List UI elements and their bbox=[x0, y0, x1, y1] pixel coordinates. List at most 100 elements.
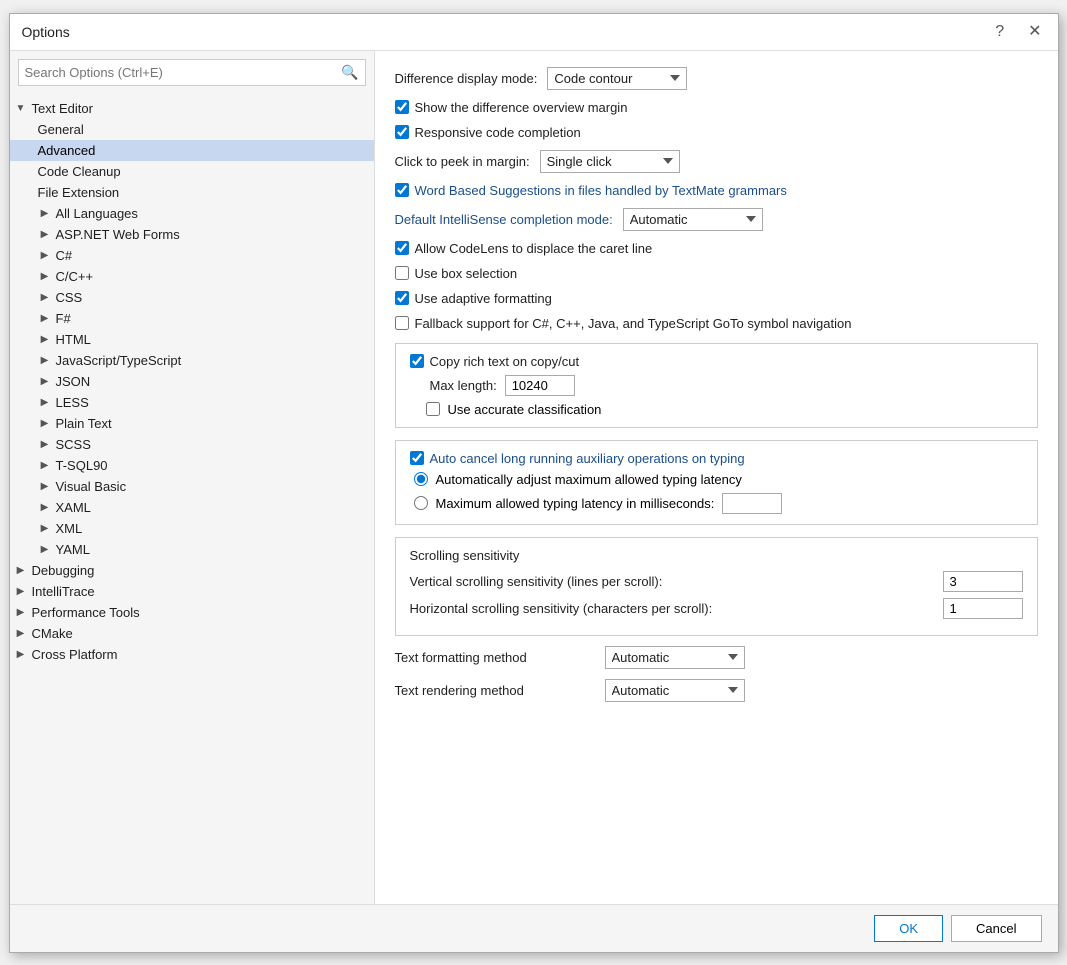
responsive-code-completion-checkbox[interactable] bbox=[395, 125, 409, 139]
sidebar-item-json[interactable]: ▶ JSON bbox=[10, 371, 374, 392]
text-rendering-dropdown[interactable]: Automatic GDI DirectWrite bbox=[605, 679, 745, 702]
use-adaptive-formatting-row: Use adaptive formatting bbox=[395, 291, 1038, 306]
sidebar-item-vb[interactable]: ▶ Visual Basic bbox=[10, 476, 374, 497]
responsive-code-completion-row: Responsive code completion bbox=[395, 125, 1038, 140]
copy-rich-text-checkbox[interactable] bbox=[410, 354, 424, 368]
sidebar-item-yaml[interactable]: ▶ YAML bbox=[10, 539, 374, 560]
tree: ▼ Text Editor General Advanced Code Clea… bbox=[10, 94, 374, 904]
sidebar-item-label: JavaScript/TypeScript bbox=[56, 353, 182, 368]
use-accurate-classification-label: Use accurate classification bbox=[448, 402, 602, 417]
sidebar-item-debugging[interactable]: ▶ Debugging bbox=[10, 560, 374, 581]
sidebar-item-plain-text[interactable]: ▶ Plain Text bbox=[10, 413, 374, 434]
use-adaptive-formatting-checkbox[interactable] bbox=[395, 291, 409, 305]
sidebar-item-cpp[interactable]: ▶ C/C++ bbox=[10, 266, 374, 287]
sidebar-item-js-ts[interactable]: ▶ JavaScript/TypeScript bbox=[10, 350, 374, 371]
show-difference-overview-label: Show the difference overview margin bbox=[415, 100, 628, 115]
text-formatting-row: Text formatting method Automatic GDI Dir… bbox=[395, 646, 1038, 669]
sidebar-item-xml[interactable]: ▶ XML bbox=[10, 518, 374, 539]
sidebar-item-label: HTML bbox=[56, 332, 91, 347]
search-icon: 🔍 bbox=[341, 64, 358, 81]
use-accurate-classification-checkbox[interactable] bbox=[426, 402, 440, 416]
auto-cancel-checkbox[interactable] bbox=[410, 451, 424, 465]
dialog-title: Options bbox=[22, 24, 70, 40]
sidebar-item-cross-platform[interactable]: ▶ Cross Platform bbox=[10, 644, 374, 665]
sidebar-item-label: YAML bbox=[56, 542, 90, 557]
sidebar-item-xaml[interactable]: ▶ XAML bbox=[10, 497, 374, 518]
arrow-icon: ▶ bbox=[38, 397, 52, 408]
text-rendering-row: Text rendering method Automatic GDI Dire… bbox=[395, 679, 1038, 702]
click-to-peek-dropdown[interactable]: Single click Double click bbox=[540, 150, 680, 173]
intellisense-mode-dropdown[interactable]: Automatic Manual bbox=[623, 208, 763, 231]
arrow-icon: ▶ bbox=[14, 628, 28, 639]
max-latency-input[interactable] bbox=[722, 493, 782, 514]
arrow-icon: ▼ bbox=[14, 103, 28, 114]
sidebar-item-label: JSON bbox=[56, 374, 91, 389]
arrow-icon: ▶ bbox=[38, 313, 52, 324]
auto-cancel-row: Auto cancel long running auxiliary opera… bbox=[410, 451, 1023, 466]
close-button[interactable]: ✕ bbox=[1024, 22, 1045, 42]
arrow-icon: ▶ bbox=[14, 586, 28, 597]
sidebar-item-tsql[interactable]: ▶ T-SQL90 bbox=[10, 455, 374, 476]
horizontal-scrolling-row: Horizontal scrolling sensitivity (charac… bbox=[410, 598, 1023, 619]
use-box-selection-checkbox[interactable] bbox=[395, 266, 409, 280]
sidebar-item-csharp[interactable]: ▶ C# bbox=[10, 245, 374, 266]
max-latency-label: Maximum allowed typing latency in millis… bbox=[436, 496, 715, 511]
show-difference-overview-row: Show the difference overview margin bbox=[395, 100, 1038, 115]
arrow-icon: ▶ bbox=[14, 607, 28, 618]
sidebar-item-label: XAML bbox=[56, 500, 91, 515]
sidebar-item-general[interactable]: General bbox=[10, 119, 374, 140]
vertical-scrolling-row: Vertical scrolling sensitivity (lines pe… bbox=[410, 571, 1023, 592]
vertical-scrolling-label: Vertical scrolling sensitivity (lines pe… bbox=[410, 574, 933, 589]
sidebar-item-file-extension[interactable]: File Extension bbox=[10, 182, 374, 203]
search-input[interactable] bbox=[25, 65, 342, 80]
arrow-icon: ▶ bbox=[14, 649, 28, 660]
cancel-button[interactable]: Cancel bbox=[951, 915, 1041, 942]
sidebar-item-label: Code Cleanup bbox=[38, 164, 121, 179]
sidebar-item-intellitrace[interactable]: ▶ IntelliTrace bbox=[10, 581, 374, 602]
click-to-peek-label: Click to peek in margin: bbox=[395, 154, 530, 169]
arrow-icon: ▶ bbox=[38, 229, 52, 240]
sidebar-item-all-languages[interactable]: ▶ All Languages bbox=[10, 203, 374, 224]
show-difference-overview-checkbox[interactable] bbox=[395, 100, 409, 114]
use-box-selection-row: Use box selection bbox=[395, 266, 1038, 281]
max-latency-radio[interactable] bbox=[414, 496, 428, 510]
sidebar-item-aspnet[interactable]: ▶ ASP.NET Web Forms bbox=[10, 224, 374, 245]
sidebar-item-css[interactable]: ▶ CSS bbox=[10, 287, 374, 308]
ok-button[interactable]: OK bbox=[874, 915, 943, 942]
vertical-scrolling-input[interactable] bbox=[943, 571, 1023, 592]
horizontal-scrolling-input[interactable] bbox=[943, 598, 1023, 619]
sidebar-item-label: Performance Tools bbox=[32, 605, 140, 620]
fallback-support-checkbox[interactable] bbox=[395, 316, 409, 330]
max-latency-radio-row: Maximum allowed typing latency in millis… bbox=[410, 493, 1023, 514]
max-length-row: Max length: bbox=[410, 375, 1023, 396]
sidebar-item-label: Visual Basic bbox=[56, 479, 127, 494]
word-based-suggestions-checkbox[interactable] bbox=[395, 183, 409, 197]
arrow-icon: ▶ bbox=[38, 502, 52, 513]
max-length-input[interactable] bbox=[505, 375, 575, 396]
auto-adjust-radio[interactable] bbox=[414, 472, 428, 486]
sidebar-item-scss[interactable]: ▶ SCSS bbox=[10, 434, 374, 455]
help-button[interactable]: ? bbox=[991, 22, 1008, 42]
sidebar-item-performance-tools[interactable]: ▶ Performance Tools bbox=[10, 602, 374, 623]
title-bar: Options ? ✕ bbox=[10, 14, 1058, 51]
intellisense-mode-row: Default IntelliSense completion mode: Au… bbox=[395, 208, 1038, 231]
sidebar-item-label: CMake bbox=[32, 626, 73, 641]
word-based-suggestions-label: Word Based Suggestions in files handled … bbox=[415, 183, 787, 198]
sidebar-item-label: SCSS bbox=[56, 437, 91, 452]
sidebar-item-less[interactable]: ▶ LESS bbox=[10, 392, 374, 413]
sidebar-item-fsharp[interactable]: ▶ F# bbox=[10, 308, 374, 329]
sidebar-item-label: LESS bbox=[56, 395, 89, 410]
sidebar-item-html[interactable]: ▶ HTML bbox=[10, 329, 374, 350]
arrow-icon: ▶ bbox=[38, 481, 52, 492]
sidebar-item-code-cleanup[interactable]: Code Cleanup bbox=[10, 161, 374, 182]
main-panel: Difference display mode: Code contour No… bbox=[375, 51, 1058, 904]
search-box: 🔍 bbox=[18, 59, 366, 86]
difference-display-mode-dropdown[interactable]: Code contour None Block bbox=[547, 67, 687, 90]
sidebar-item-advanced[interactable]: Advanced bbox=[10, 140, 374, 161]
fallback-support-row: Fallback support for C#, C++, Java, and … bbox=[395, 316, 1038, 331]
sidebar-item-cmake[interactable]: ▶ CMake bbox=[10, 623, 374, 644]
allow-codelens-checkbox[interactable] bbox=[395, 241, 409, 255]
sidebar-item-text-editor[interactable]: ▼ Text Editor bbox=[10, 98, 374, 119]
difference-display-mode-label: Difference display mode: bbox=[395, 71, 538, 86]
text-formatting-dropdown[interactable]: Automatic GDI DirectWrite bbox=[605, 646, 745, 669]
